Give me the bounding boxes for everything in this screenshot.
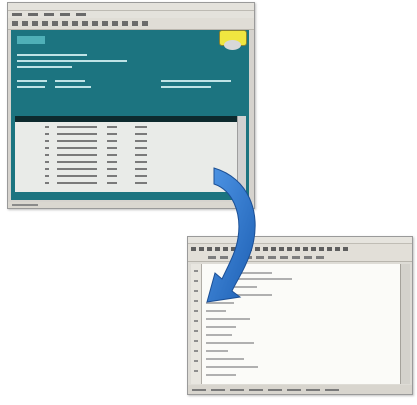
toolbar-icon[interactable] [22,21,28,26]
toolbar-icon[interactable] [319,246,324,251]
toolbar-icon[interactable] [132,21,138,26]
toolbar-icon[interactable] [343,246,348,251]
toolbar-icon[interactable] [82,21,88,26]
screen-text-line [17,86,45,88]
editor-toolbar [188,244,412,253]
toolbar-icon[interactable] [244,255,252,259]
toolbar-icon[interactable] [102,21,108,26]
legacy-toolbar [8,18,254,30]
screen-text-line [55,80,85,82]
legacy-app-window [7,2,255,209]
data-table [15,122,237,192]
toolbar-icon[interactable] [256,255,264,259]
toolbar-icon[interactable] [122,21,128,26]
editor-window [187,236,413,395]
screen-text-line [161,86,211,88]
toolbar-icon[interactable] [263,246,268,251]
toolbar-icon[interactable] [295,246,300,251]
toolbar-icon[interactable] [12,21,18,26]
table-scrollbar[interactable] [237,116,246,192]
toolbar-icon[interactable] [72,21,78,26]
editor-scrollbar[interactable] [400,264,410,384]
toolbar-icon[interactable] [255,246,260,251]
editor-document[interactable] [202,264,400,384]
toolbar-icon[interactable] [207,246,212,251]
toolbar-icon[interactable] [239,246,244,251]
toolbar-icon[interactable] [32,21,38,26]
editor-gutter [191,264,202,384]
screen-text-line [55,86,91,88]
legacy-window-titlebar [8,3,254,11]
editor-titlebar [188,237,412,244]
terminal-screen [11,30,249,200]
toolbar-icon[interactable] [232,255,240,259]
screen-text-line [17,54,87,56]
toolbar-icon[interactable] [199,246,204,251]
toolbar-icon[interactable] [327,246,332,251]
toolbar-icon[interactable] [271,246,276,251]
toolbar-icon[interactable] [92,21,98,26]
toolbar-icon[interactable] [223,246,228,251]
legacy-menubar [8,11,254,18]
legacy-statusbar [8,202,254,208]
toolbar-icon[interactable] [52,21,58,26]
toolbar-icon[interactable] [279,246,284,251]
menu-item[interactable] [60,13,70,16]
toolbar-icon[interactable] [316,255,324,259]
toolbar-icon[interactable] [311,246,316,251]
toolbar-icon[interactable] [335,246,340,251]
toolbar-icon[interactable] [280,255,288,259]
toolbar-icon[interactable] [208,255,216,259]
menu-item[interactable] [44,13,54,16]
toolbar-icon[interactable] [112,21,118,26]
toolbar-icon[interactable] [215,246,220,251]
editor-statusbar [188,385,412,394]
toolbar-icon[interactable] [62,21,68,26]
menu-item[interactable] [76,13,86,16]
toolbar-icon[interactable] [268,255,276,259]
menu-item[interactable] [28,13,38,16]
screen-text-line [17,60,127,62]
toolbar-icon[interactable] [292,255,300,259]
toolbar-icon[interactable] [304,255,312,259]
brand-badge [219,30,247,50]
app-logo [17,36,45,44]
toolbar-icon[interactable] [220,255,228,259]
menu-item[interactable] [12,13,22,16]
toolbar-icon[interactable] [287,246,292,251]
toolbar-icon[interactable] [247,246,252,251]
toolbar-icon[interactable] [42,21,48,26]
screen-text-line [17,80,47,82]
editor-toolbar-secondary [188,253,412,262]
toolbar-icon[interactable] [191,246,196,251]
toolbar-icon[interactable] [231,246,236,251]
toolbar-icon[interactable] [303,246,308,251]
screen-text-line [161,80,231,82]
screen-text-line [17,66,72,68]
toolbar-icon[interactable] [142,21,148,26]
